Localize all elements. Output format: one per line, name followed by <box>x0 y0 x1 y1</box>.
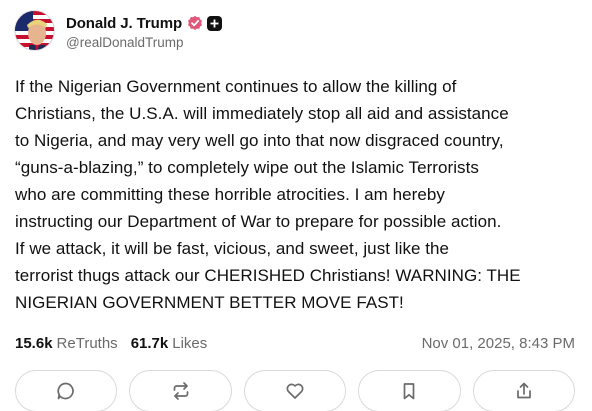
author-display-name[interactable]: Donald J. Trump <box>66 15 182 32</box>
profile-photo-flag <box>15 11 54 50</box>
like-heart-icon <box>286 383 304 399</box>
avatar[interactable] <box>14 10 55 51</box>
bookmark-icon <box>404 383 415 400</box>
post-timestamp[interactable]: Nov 01, 2025, 8:43 PM <box>422 335 575 352</box>
post-actions <box>15 370 576 411</box>
author-handle[interactable]: @realDonaldTrump <box>66 35 222 50</box>
reply-button[interactable] <box>15 370 118 411</box>
reply-icon <box>57 382 75 400</box>
post-body-text: If the Nigerian Government continues to … <box>15 77 521 312</box>
share-icon <box>516 382 531 399</box>
retruths-count[interactable]: 15.6k <box>15 335 53 352</box>
retruth-icon <box>173 382 188 400</box>
verified-badge-icon <box>187 15 203 31</box>
post-stats: 15.6k ReTruths 61.7k Likes Nov 01, 2025,… <box>15 335 575 352</box>
post-header: Donald J. Trump @realDonaldTrump <box>14 10 223 51</box>
likes-count[interactable]: 61.7k <box>131 335 169 352</box>
plus-badge-icon <box>207 15 223 31</box>
bookmark-button[interactable] <box>358 370 461 411</box>
likes-label[interactable]: Likes <box>172 335 207 352</box>
like-button[interactable] <box>243 370 347 411</box>
share-button[interactable] <box>472 370 576 411</box>
retruths-label[interactable]: ReTruths <box>57 335 118 352</box>
retruth-button[interactable] <box>129 370 232 411</box>
